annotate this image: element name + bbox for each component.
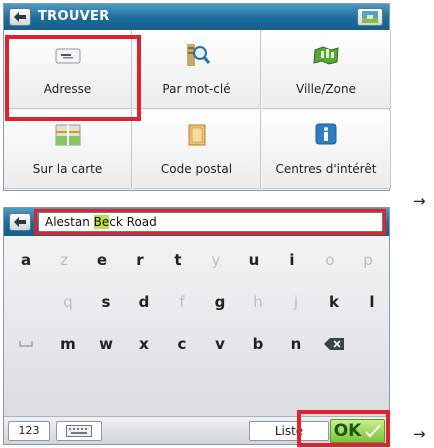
keyboard-screen: Alestan Beck Road azertyuiop qsdfghjkl mwx… (3, 207, 390, 445)
address-search-input[interactable]: Alestan Beck Road (38, 212, 383, 232)
key-i[interactable]: i (272, 240, 312, 280)
menu-item-label: Adresse (43, 82, 92, 96)
ok-label: OK (333, 421, 362, 441)
title-bar: TROUVER (4, 4, 389, 30)
space-key[interactable] (6, 324, 46, 364)
postal-code-icon (188, 124, 205, 146)
menu-item-label: Ville/Zone (296, 82, 356, 96)
map-icon (55, 124, 80, 146)
key-x[interactable]: x (124, 324, 164, 364)
menu-item-label: Sur la carte (32, 162, 103, 176)
flow-arrow: → (413, 192, 426, 210)
input-text-after: ck Road (109, 215, 157, 229)
key-q[interactable]: q (48, 282, 88, 322)
key-j[interactable]: j (276, 282, 316, 322)
keyword-search-icon (186, 44, 210, 66)
keyboard-bottom-bar: 123 Liste OK (4, 416, 389, 444)
key-r[interactable]: r (120, 240, 160, 280)
key-u[interactable]: u (234, 240, 274, 280)
backspace-key[interactable] (314, 324, 354, 364)
address-card-icon (55, 48, 80, 64)
backspace-icon (324, 338, 344, 350)
key-v[interactable]: v (200, 324, 240, 364)
input-text-match: Be (93, 215, 110, 229)
key-w[interactable]: w (86, 324, 126, 364)
menu-item-label: Centres d'intérêt (275, 162, 377, 176)
map-view-button[interactable] (357, 8, 383, 26)
menu-item-label: Code postal (160, 162, 233, 176)
key-z[interactable]: z (44, 240, 84, 280)
menu-item-on-map[interactable]: Sur la carte (4, 110, 132, 189)
key-l[interactable]: l (352, 282, 392, 322)
info-icon (315, 123, 337, 145)
key-s[interactable]: s (86, 282, 126, 322)
flow-arrow: → (413, 425, 426, 443)
back-button[interactable] (9, 8, 31, 26)
menu-item-city-zone[interactable]: Ville/Zone (262, 30, 391, 109)
key-o[interactable]: o (310, 240, 350, 280)
back-button[interactable] (9, 213, 31, 231)
key-e[interactable]: e (82, 240, 122, 280)
menu-item-label: Par mot-clé (162, 82, 231, 96)
checkmark-icon (365, 424, 382, 438)
page-title: TROUVER (38, 9, 110, 24)
search-bar: Alestan Beck Road (4, 208, 389, 236)
key-n[interactable]: n (276, 324, 316, 364)
find-screen: TROUVER Adresse Par mot-clé Ville/Zone S… (3, 3, 391, 191)
back-arrow-icon (14, 217, 26, 227)
key-k[interactable]: k (314, 282, 354, 322)
key-f[interactable]: f (162, 282, 202, 322)
key-p[interactable]: p (348, 240, 388, 280)
space-icon (19, 341, 33, 347)
key-h[interactable]: h (238, 282, 278, 322)
menu-item-points-of-interest[interactable]: Centres d'intérêt (262, 110, 391, 189)
key-y[interactable]: y (196, 240, 236, 280)
list-button[interactable]: Liste (249, 421, 329, 441)
menu-grid: Adresse Par mot-clé Ville/Zone Sur la ca… (4, 30, 391, 190)
menu-item-keyword[interactable]: Par mot-clé (133, 30, 261, 109)
key-c[interactable]: c (162, 324, 202, 364)
numbers-button[interactable]: 123 (8, 421, 50, 441)
key-g[interactable]: g (200, 282, 240, 322)
keyboard-icon (66, 425, 92, 437)
keyboard-layout-button[interactable] (56, 421, 102, 441)
city-zone-icon (313, 46, 339, 65)
input-text-before: Alestan (45, 215, 94, 229)
key-a[interactable]: a (6, 240, 46, 280)
key-t[interactable]: t (158, 240, 198, 280)
key-d[interactable]: d (124, 282, 164, 322)
menu-item-address[interactable]: Adresse (4, 30, 132, 109)
map-thumbnail-icon (362, 11, 378, 23)
ok-button[interactable]: OK (330, 419, 385, 443)
back-arrow-icon (14, 12, 26, 22)
key-b[interactable]: b (238, 324, 278, 364)
key-m[interactable]: m (48, 324, 88, 364)
menu-item-postal-code[interactable]: Code postal (133, 110, 261, 189)
